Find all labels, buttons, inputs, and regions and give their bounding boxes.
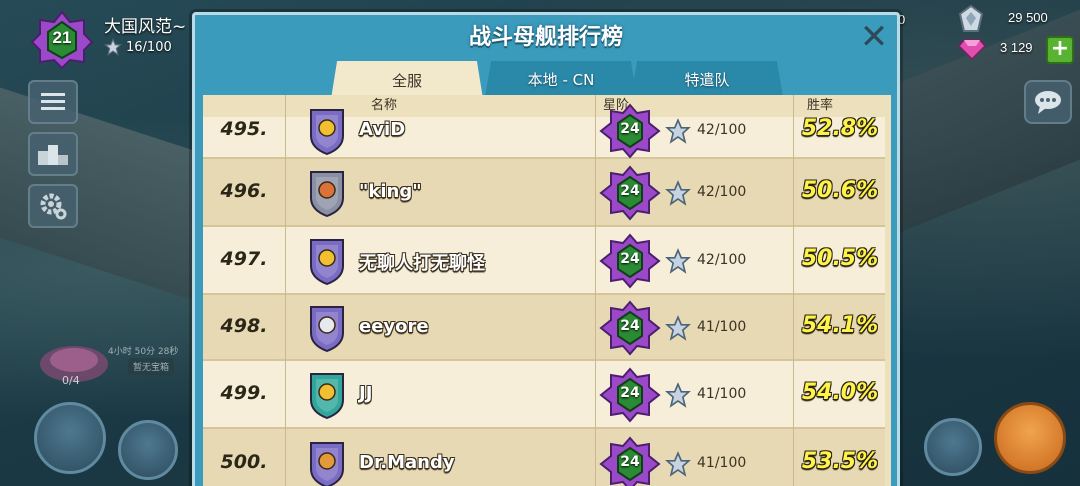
task-force-shield-icon: [310, 239, 344, 286]
star-icon: [665, 248, 691, 274]
row-player-name: "king": [359, 181, 422, 202]
gear-icon: [40, 193, 67, 220]
hamburger-icon: [41, 93, 65, 110]
star-icon: [665, 451, 691, 477]
leaderboard-table[interactable]: 名称 星阶 胜率 495. AviD 24 42/100 52.8% 496. "king"…: [203, 95, 891, 486]
row-player-name: JJ: [359, 383, 373, 404]
row-player-name: 无聊人打无聊怪: [359, 253, 485, 274]
chat-button[interactable]: [1024, 80, 1072, 124]
table-row[interactable]: 500. Dr.Mandy 24 41/100 53.5%: [203, 429, 885, 486]
row-winrate: 54.0%: [801, 380, 879, 405]
row-winrate: 50.5%: [801, 246, 879, 271]
row-position: 496.: [220, 180, 268, 202]
rank-number: 24: [620, 183, 640, 199]
menu-button[interactable]: [28, 80, 78, 124]
gems-count: 3 129: [1000, 40, 1033, 55]
column-divider: [793, 95, 794, 486]
row-stars: 41/100: [697, 455, 747, 471]
row-stars: 42/100: [697, 122, 747, 138]
row-winrate: 53.5%: [801, 449, 879, 474]
crystals-count: 29 500: [1008, 10, 1048, 25]
player-level-number: 21: [52, 28, 72, 47]
row-position: 497.: [220, 248, 268, 270]
chest-area[interactable]: 4小时 50分 28秒 暂无宝箱 0/4: [30, 336, 190, 396]
tab-task-force[interactable]: 特遣队: [631, 61, 783, 97]
header-name: 名称: [371, 98, 398, 113]
row-stars: 41/100: [697, 386, 747, 402]
row-stars: 41/100: [697, 319, 747, 335]
leaderboard-button[interactable]: [28, 132, 78, 176]
chest-count: 0/4: [62, 374, 80, 387]
star-icon: [665, 118, 691, 144]
table-row[interactable]: 499. JJ 24 41/100 54.0%: [203, 361, 885, 429]
row-position: 495.: [220, 118, 268, 140]
table-row[interactable]: 498. eeyore 24 41/100 54.1%: [203, 295, 885, 361]
podium-icon: [38, 145, 68, 165]
player-name[interactable]: 大国风范~: [104, 12, 186, 37]
star-icon: [104, 38, 122, 56]
star-icon: [665, 315, 691, 341]
attack-button[interactable]: [994, 402, 1066, 474]
boat-button[interactable]: [924, 418, 982, 476]
row-position: 500.: [220, 451, 268, 473]
tab-local-cn[interactable]: 本地 - CN: [485, 61, 637, 97]
player-stars-text: 16/100: [126, 39, 172, 55]
cannon-button[interactable]: [118, 420, 178, 480]
star-icon: [665, 382, 691, 408]
row-winrate: 50.6%: [801, 178, 879, 203]
row-stars: 42/100: [697, 184, 747, 200]
task-force-shield-icon: [310, 306, 344, 353]
task-force-shield-icon: [310, 109, 344, 156]
header-winrate: 胜率: [807, 98, 834, 113]
row-position: 499.: [220, 382, 268, 404]
row-player-name: AviD: [359, 119, 406, 140]
table-row[interactable]: 497. 无聊人打无聊怪 24 42/100 50.5%: [203, 227, 885, 295]
player-stars: 16/100: [104, 38, 172, 56]
column-divider: [595, 95, 596, 486]
row-player-name: eeyore: [359, 316, 429, 337]
chat-bubble-icon: [1035, 91, 1061, 114]
row-winrate: 52.8%: [801, 116, 879, 141]
rank-number: 24: [620, 454, 640, 470]
leaderboard-panel: 战斗母舰排行榜 ✕ 全服 本地 - CN 特遣队 名称 星阶 胜率 495. Av…: [192, 12, 900, 486]
table-row[interactable]: 495. AviD 24 42/100 52.8%: [203, 103, 885, 159]
add-gems-button[interactable]: +: [1046, 36, 1074, 64]
rank-number: 24: [620, 318, 640, 334]
table-row[interactable]: 496. "king" 24 42/100 50.6%: [203, 159, 885, 227]
row-stars: 42/100: [697, 252, 747, 268]
star-icon: [665, 180, 691, 206]
task-force-shield-icon: [310, 442, 344, 486]
panel-title: 战斗母舰排行榜: [468, 25, 623, 50]
row-position: 498.: [220, 315, 268, 337]
close-button[interactable]: ✕: [859, 20, 889, 54]
task-force-shield-icon: [310, 171, 344, 218]
settings-button[interactable]: [28, 184, 78, 228]
chest-timer: 4小时 50分 28秒: [108, 347, 179, 357]
tab-global[interactable]: 全服: [331, 61, 483, 99]
column-divider: [285, 95, 286, 486]
rank-number: 24: [620, 121, 640, 137]
crystal-icon: [958, 4, 984, 32]
rank-number: 24: [620, 251, 640, 267]
rank-number: 24: [620, 385, 640, 401]
gem-icon: [958, 39, 986, 60]
row-player-name: Dr.Mandy: [359, 452, 455, 473]
row-winrate: 54.1%: [801, 313, 879, 338]
chest-status: 暂无宝箱: [128, 358, 175, 375]
task-force-shield-icon: [310, 373, 344, 420]
base-button[interactable]: [34, 402, 106, 474]
player-level-badge[interactable]: 21: [30, 10, 94, 70]
